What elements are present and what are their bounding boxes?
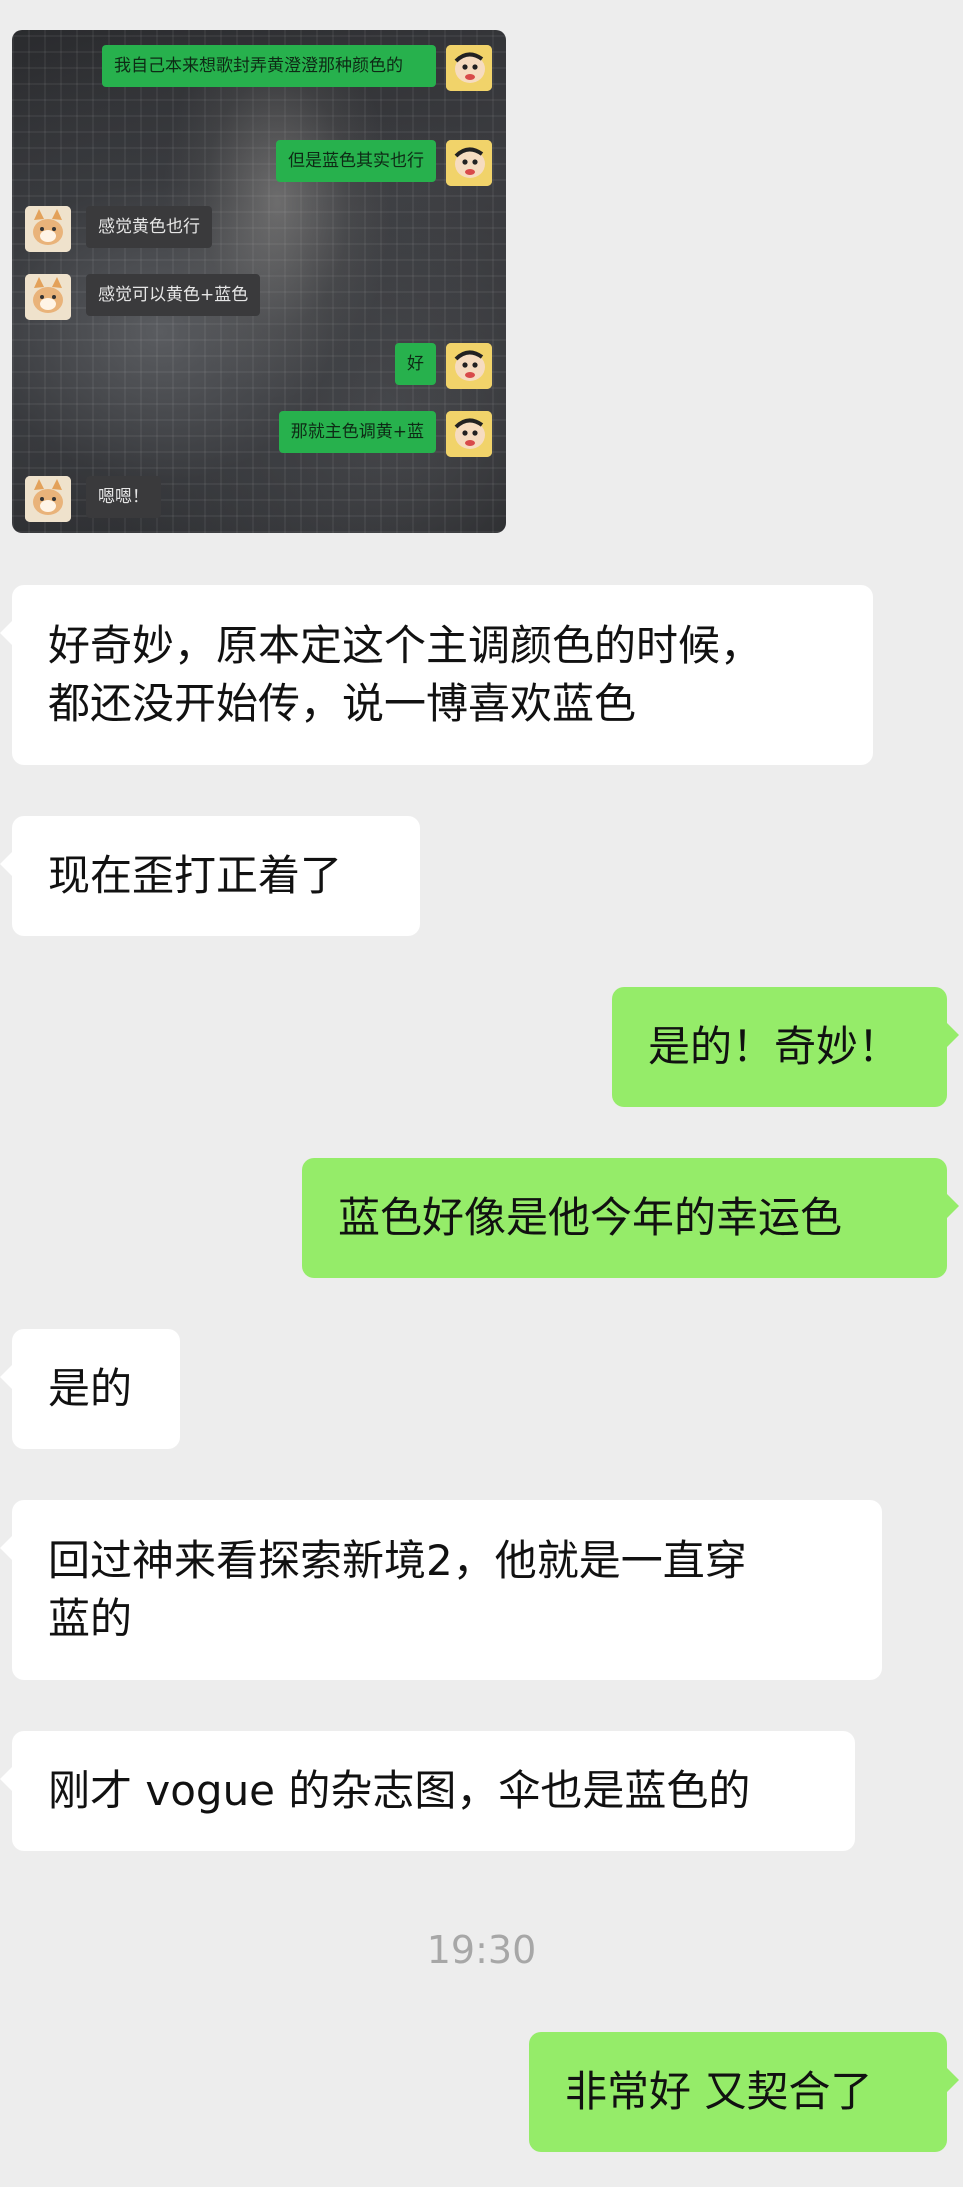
message-line: 是的！奇妙！ bbox=[648, 1022, 901, 1071]
message-line: 都还没开始传，说一博喜欢蓝色 bbox=[48, 679, 637, 728]
shinchan-avatar-icon bbox=[446, 45, 492, 91]
shinchan-avatar-icon bbox=[446, 343, 492, 389]
embedded-message-5: 好 bbox=[395, 343, 436, 385]
embedded-chat-screenshot[interactable]: 我自己本来想歌封弄黄澄澄那种颜色的 但是蓝色其实也行 感觉黄色也行 感觉可以黄色… bbox=[12, 30, 506, 533]
chat-message-bubble[interactable]: 非常好 又契合了 bbox=[529, 2032, 959, 2152]
chat-message-bubble[interactable]: 是的！奇妙！ bbox=[612, 987, 959, 1107]
cat-avatar-icon bbox=[25, 476, 71, 522]
message-line: 好奇妙，原本定这个主调颜色的时候， bbox=[48, 621, 763, 670]
chat-message-bubble[interactable]: 现在歪打正着了 bbox=[0, 816, 420, 936]
cat-avatar-icon bbox=[25, 274, 71, 320]
message-timestamp: 19:30 bbox=[426, 1928, 537, 1972]
embedded-message-1: 我自己本来想歌封弄黄澄澄那种颜色的 bbox=[102, 45, 436, 87]
shinchan-avatar-icon bbox=[446, 411, 492, 457]
embedded-message-4: 感觉可以黄色+蓝色 bbox=[86, 274, 261, 316]
cat-avatar-icon bbox=[25, 206, 71, 252]
message-line: 非常好 又契合了 bbox=[565, 2067, 873, 2116]
message-line: 现在歪打正着了 bbox=[48, 851, 343, 900]
message-line: 蓝的 bbox=[48, 1594, 133, 1643]
chat-message-bubble[interactable]: 是的 bbox=[0, 1329, 180, 1449]
shinchan-avatar-icon bbox=[446, 140, 492, 186]
embedded-message-6: 那就主色调黄+蓝 bbox=[278, 411, 436, 453]
chat-message-bubble[interactable]: 刚才 vogue 的杂志图，伞也是蓝色的 bbox=[0, 1731, 855, 1851]
embedded-message-3: 感觉黄色也行 bbox=[86, 206, 212, 248]
chat-message-bubble[interactable]: 蓝色好像是他今年的幸运色 bbox=[302, 1158, 959, 1278]
message-line: 是的 bbox=[48, 1364, 133, 1413]
message-line: 蓝色好像是他今年的幸运色 bbox=[338, 1193, 843, 1242]
message-line: 回过神来看探索新境2，他就是一直穿 bbox=[48, 1536, 747, 1585]
chat-message-bubble[interactable]: 好奇妙，原本定这个主调颜色的时候， 都还没开始传，说一博喜欢蓝色 bbox=[0, 585, 873, 765]
embedded-message-2: 但是蓝色其实也行 bbox=[276, 140, 436, 182]
embedded-message-7: 嗯嗯！ bbox=[86, 476, 161, 518]
message-line: 刚才 vogue 的杂志图，伞也是蓝色的 bbox=[48, 1766, 751, 1815]
chat-message-bubble[interactable]: 回过神来看探索新境2，他就是一直穿 蓝的 bbox=[0, 1500, 882, 1680]
